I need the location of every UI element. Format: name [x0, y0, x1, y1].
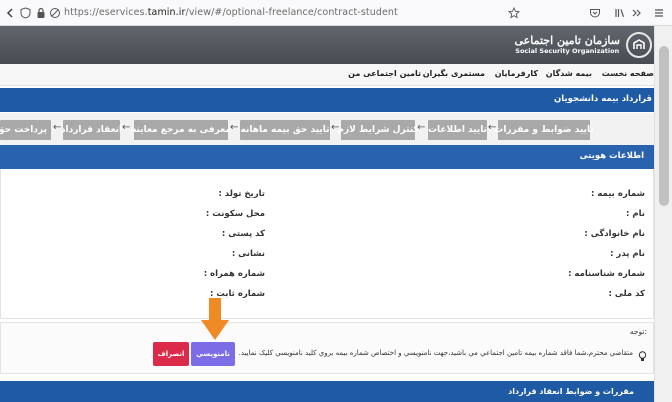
- nav-item-employers[interactable]: کارفرمایان: [495, 69, 538, 78]
- step-medical-referral[interactable]: معرفی به مرجع معاینه: [131, 120, 231, 140]
- site-logo[interactable]: سازمان تامین اجتماعی Social Security Org…: [515, 29, 652, 61]
- step-payment[interactable]: پرداخت حق: [0, 120, 51, 140]
- terms-section-title: مقررات و ضوابط انعقاد قرارداد: [508, 387, 634, 396]
- step-label: کنترل شرایط لازم: [337, 125, 419, 135]
- nav-item-my-social-security[interactable]: تامین اجتماعی من: [348, 69, 421, 78]
- notice-panel: توجه: متقاضي محترم،شما فاقد شماره بيمه ت…: [0, 322, 654, 374]
- page-title: قرارداد بیمه دانشجویان: [554, 94, 652, 104]
- label-residence: محل سکونت :: [205, 209, 265, 219]
- label-father-name: نام پدر :: [610, 249, 645, 259]
- label-last-name: نام خانوادگی :: [584, 229, 645, 239]
- url-path: /view/#/optional-freelance/contract-stud…: [185, 7, 398, 18]
- url-domain: tamin.ir: [147, 7, 186, 18]
- step-conditions-check[interactable]: کنترل شرایط لازم: [337, 120, 419, 140]
- terms-section-header: مقررات و ضوابط انعقاد قرارداد: [0, 381, 654, 402]
- logo-emblem-icon: [626, 32, 652, 58]
- step-info-approval[interactable]: تایید اطلاعات: [428, 120, 487, 140]
- label-postal-code: کد پستی :: [221, 229, 265, 239]
- logo-english-text: Social Security Organization: [515, 47, 620, 55]
- browser-toolbar: https://eservices.tamin.ir/view/#/option…: [0, 0, 672, 26]
- step-monthly-premium[interactable]: تایید حق بیمه ماهانه: [240, 120, 330, 140]
- step-label: پرداخت حق: [0, 125, 47, 135]
- identity-section-title: اطلاعات هویتی: [579, 151, 644, 161]
- page-scrollbar[interactable]: [654, 26, 672, 402]
- step-label: انعقاد قرارداد: [60, 125, 123, 135]
- site-header: سازمان تامین اجتماعی Social Security Org…: [0, 26, 672, 64]
- step-contract-signing[interactable]: انعقاد قرارداد: [60, 120, 123, 140]
- label-id-number: شماره شناسنامه :: [568, 269, 645, 279]
- step-label: تایید اطلاعات: [427, 125, 488, 135]
- address-bar[interactable]: https://eservices.tamin.ir/view/#/option…: [64, 7, 398, 18]
- step-arrow: ←: [230, 122, 239, 133]
- step-label: معرفی به مرجع معاینه: [131, 125, 231, 135]
- step-arrow: ←: [331, 122, 340, 133]
- label-first-name: نام :: [626, 209, 645, 219]
- url-prefix: https://eservices.: [64, 7, 148, 18]
- step-arrow: ←: [53, 122, 62, 133]
- step-arrow: ←: [122, 122, 131, 133]
- pointer-arrow-icon: [200, 298, 230, 346]
- bookmark-star-icon[interactable]: [505, 4, 523, 22]
- identity-section-body: شماره بیمه : نام : نام خانوادگی : نام پد…: [0, 169, 654, 319]
- main-nav: صفحه نخست بیمه شدگان کارفرمایان مستمری ب…: [0, 64, 672, 86]
- logo-persian-text: سازمان تامین اجتماعی: [514, 34, 620, 47]
- nav-item-pensioners[interactable]: مستمری بگیران: [423, 69, 485, 78]
- label-insurance-number: شماره بیمه :: [591, 189, 645, 199]
- page-title-band: قرارداد بیمه دانشجویان: [0, 88, 672, 112]
- steps-strip: تایید ضوابط و مقررات ← تایید اطلاعات ← ک…: [0, 113, 672, 145]
- step-label: تایید ضوابط و مقررات: [494, 125, 594, 135]
- step-label: تایید حق بیمه ماهانه: [240, 125, 330, 135]
- pocket-icon[interactable]: [586, 4, 604, 22]
- tracking-protection-icon[interactable]: [46, 4, 64, 22]
- notice-text: متقاضي محترم،شما فاقد شماره بيمه تامين ا…: [238, 349, 633, 357]
- lightbulb-icon: [638, 347, 647, 366]
- identity-section-header: اطلاعات هویتی: [0, 145, 654, 169]
- label-address: نشانی :: [231, 249, 265, 259]
- menu-icon[interactable]: [650, 4, 668, 22]
- library-icon[interactable]: [611, 4, 629, 22]
- cancel-button[interactable]: انصراف: [153, 342, 189, 366]
- nav-item-home[interactable]: صفحه نخست: [602, 69, 654, 78]
- overflow-chevrons-icon[interactable]: [628, 4, 646, 22]
- nav-item-insured[interactable]: بیمه شدگان: [546, 69, 592, 78]
- scrollbar-thumb[interactable]: [659, 46, 669, 206]
- label-national-code: کد ملی :: [608, 289, 645, 299]
- label-mobile: شماره همراه :: [203, 269, 265, 279]
- label-birth-date: تاریخ تولد :: [218, 189, 265, 199]
- step-terms-approval[interactable]: تایید ضوابط و مقررات: [494, 120, 594, 140]
- step-arrow: ←: [488, 122, 497, 133]
- notice-title: توجه:: [629, 327, 647, 336]
